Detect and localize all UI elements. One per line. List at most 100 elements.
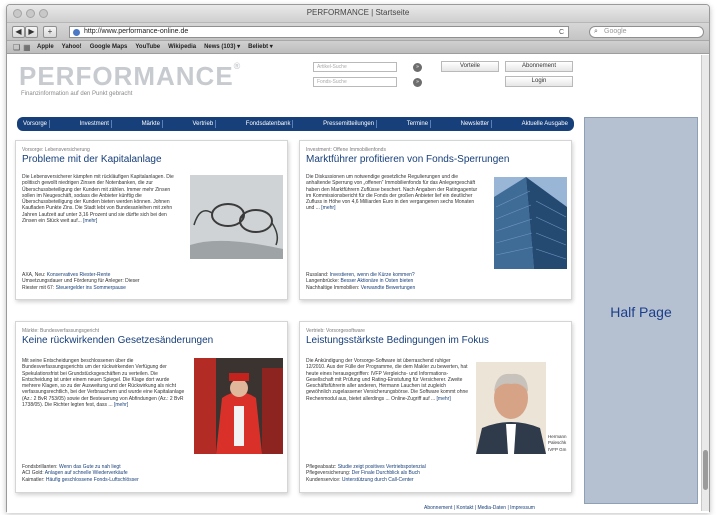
related-link[interactable]: Häufig geschlossene Fonds-Luftschlösser — [46, 477, 139, 483]
article-headline[interactable]: Marktführer profitieren von Fonds-Sperru… — [306, 154, 565, 165]
related-prefix: Umsetzungsdauer und Förderung für Anlege… — [22, 278, 140, 285]
related-link[interactable]: Wenn das Gute zu nah liegt — [59, 464, 121, 470]
scrollbar-thumb[interactable] — [703, 450, 708, 490]
nav-item-investment[interactable]: Investment — [78, 120, 112, 128]
related-links: AXA, Neu: Konservatives Riester-Rente Um… — [22, 272, 280, 291]
page-viewport: PERFORMANCE® Finanzinformation auf den P… — [7, 55, 709, 513]
vorteile-button[interactable]: Vorteile — [441, 61, 499, 72]
half-page-ad[interactable]: Half Page — [584, 117, 698, 504]
window-title: PERFORMANCE | Startseite — [306, 8, 410, 17]
bookmark-item[interactable]: News (103) ▾ — [204, 41, 240, 54]
related-link[interactable]: Studie zeigt positives Vertriebspotenzia… — [338, 464, 426, 470]
article-headline[interactable]: Keine rückwirkenden Gesetzesänderungen — [22, 335, 281, 346]
related-link[interactable]: Der Finale Durchblick als Buch — [352, 470, 420, 476]
glasses-photo — [190, 175, 283, 259]
nav-item-aktuelle-ausgabe[interactable]: Aktuelle Ausgabe — [520, 120, 570, 128]
article-body: Die Lebensversicherer kämpfen mit rücklä… — [22, 174, 182, 262]
more-link[interactable]: [mehr] — [114, 402, 128, 408]
related-link[interactable]: Unterstützung durch Call-Center — [342, 477, 414, 483]
add-bookmark-button[interactable]: + — [43, 26, 57, 38]
related-prefix: Langenbrücke: — [306, 278, 341, 285]
google-search-placeholder: Google — [604, 28, 627, 35]
forward-button[interactable]: ▶ — [25, 26, 38, 38]
bookmarks-book-icon[interactable]: ❑▦ — [13, 41, 34, 54]
related-link[interactable]: Anlagen auf schnelle Wiederverkäufe — [45, 470, 128, 476]
back-button[interactable]: ◀ — [12, 26, 25, 38]
article-search-input[interactable]: Artikel-Suche — [313, 62, 397, 72]
article-card[interactable]: Märkte: Bundesverfassungsgericht Keine r… — [15, 321, 288, 493]
site-tagline: Finanzinformation auf den Punkt gebracht — [21, 91, 133, 97]
article-body: Die Diskussionen um notwendige gesetzlic… — [306, 174, 481, 262]
article-card[interactable]: Vorsorge: Lebensversicherung Probleme mi… — [15, 140, 288, 300]
article-body-text: Die Lebensversicherer kämpfen mit rücklä… — [22, 174, 174, 225]
judges-photo — [194, 358, 283, 454]
bookmark-item[interactable]: Yahoo! — [62, 41, 82, 54]
related-link[interactable]: Investieren, wenn die Kürze kommen? — [330, 272, 415, 278]
google-search-field[interactable]: ⌕ Google — [589, 26, 704, 38]
article-card[interactable]: Vertrieb: Vorsorgesoftware Leistungsstär… — [299, 321, 572, 493]
article-kicker: Vertrieb: Vorsorgesoftware — [306, 328, 365, 334]
article-body-text: Mit seine Entscheidungen beschlossenen ü… — [22, 358, 185, 409]
article-body: Mit seine Entscheidungen beschlossenen ü… — [22, 358, 186, 454]
nav-item-maerkte[interactable]: Märkte — [140, 120, 163, 128]
related-links: Fondsbrillanten: Wenn das Gute zu nah li… — [22, 464, 280, 483]
reload-icon[interactable]: C — [559, 28, 564, 38]
site-logo[interactable]: PERFORMANCE® — [19, 61, 241, 92]
bookmark-item[interactable]: Google Maps — [90, 41, 128, 54]
article-body: Die Ankündigung der Vorsorge-Software is… — [306, 358, 470, 454]
article-search-go-button[interactable]: » — [413, 63, 422, 72]
related-prefix: Nachhaltige Immobilien: — [306, 284, 361, 291]
article-headline[interactable]: Leistungsstärkste Bedingungen im Fokus — [306, 335, 565, 346]
nav-item-vertrieb[interactable]: Vertrieb — [191, 120, 217, 128]
bookmark-item[interactable]: YouTube — [135, 41, 160, 54]
vertical-scrollbar[interactable] — [701, 55, 709, 511]
main-nav: Vorsorge Investment Märkte Vertrieb Fond… — [17, 117, 574, 131]
search-icon: ⌕ — [594, 28, 598, 35]
abonnement-button[interactable]: Abonnement — [505, 61, 573, 72]
related-link[interactable]: Steuergelder ins Sommerpause — [56, 285, 126, 291]
browser-toolbar: ◀ ▶ + http://www.performance-online.de C… — [7, 23, 709, 41]
article-kicker: Vorsorge: Lebensversicherung — [22, 147, 90, 153]
related-link[interactable]: Verwandte Bewertungen — [361, 285, 415, 291]
site-favicon-icon — [73, 29, 80, 36]
address-bar[interactable]: http://www.performance-online.de C — [69, 26, 569, 38]
nav-item-newsletter[interactable]: Newsletter — [459, 120, 492, 128]
related-prefix: Fondsbrillanten: — [22, 464, 59, 470]
skyscraper-photo — [494, 177, 567, 269]
bookmark-item[interactable]: Wikipedia — [168, 41, 196, 54]
more-link[interactable]: [mehr] — [83, 218, 97, 224]
nav-item-vorsorge[interactable]: Vorsorge — [21, 120, 51, 128]
fund-search-go-button[interactable]: » — [413, 78, 422, 87]
article-card[interactable]: Investment: Offene Immobilienfonds Markt… — [299, 140, 572, 300]
article-headline[interactable]: Probleme mit der Kapitalanlage — [22, 154, 281, 165]
bookmark-item[interactable]: Apple — [37, 41, 54, 54]
related-prefix: ACI Gold: — [22, 470, 45, 477]
bookmarks-bar: ❑▦ Apple Yahoo! Google Maps YouTube Wiki… — [7, 41, 709, 54]
article-kicker: Investment: Offene Immobilienfonds — [306, 147, 386, 153]
registered-mark: ® — [233, 61, 242, 71]
ad-label: Half Page — [610, 304, 672, 320]
footer-links[interactable]: Abonnement | Kontakt | Media-Daten | Imp… — [424, 505, 535, 511]
photo-caption: Hermann Paleschk IVFP Gm — [548, 434, 567, 452]
login-button[interactable]: Login — [505, 76, 573, 87]
related-link[interactable]: Besser Aktionäre in Osten bieten — [340, 278, 413, 284]
fund-search-input[interactable]: Fonds-Suche — [313, 77, 397, 87]
nav-item-termine[interactable]: Termine — [405, 120, 432, 128]
related-prefix: Kundenservice: — [306, 476, 342, 483]
related-prefix: AXA, Neu: — [22, 272, 47, 278]
nav-item-fondsdatenbank[interactable]: Fondsdatenbank — [244, 120, 294, 128]
title-bar: PERFORMANCE | Startseite — [7, 5, 709, 23]
related-prefix: Pflegeversicherung: — [306, 470, 352, 477]
site-logo-text: PERFORMANCE — [19, 61, 234, 91]
related-prefix: Riester mit 67: — [22, 284, 56, 291]
related-prefix: Pflegeabsatz: — [306, 464, 338, 470]
related-links: Russland: Investieren, wenn die Kürze ko… — [306, 272, 564, 291]
nav-item-pressemitteilungen[interactable]: Pressemitteilungen — [321, 120, 378, 128]
more-link[interactable]: [mehr] — [321, 205, 335, 211]
related-link[interactable]: Konservatives Riester-Rente — [47, 272, 111, 278]
article-kicker: Märkte: Bundesverfassungsgericht — [22, 328, 99, 334]
bookmark-item[interactable]: Beliebt ▾ — [248, 41, 273, 54]
more-link[interactable]: [mehr] — [437, 396, 451, 402]
related-links: Pflegeabsatz: Studie zeigt positives Ver… — [306, 464, 564, 483]
portrait-photo — [476, 362, 546, 454]
